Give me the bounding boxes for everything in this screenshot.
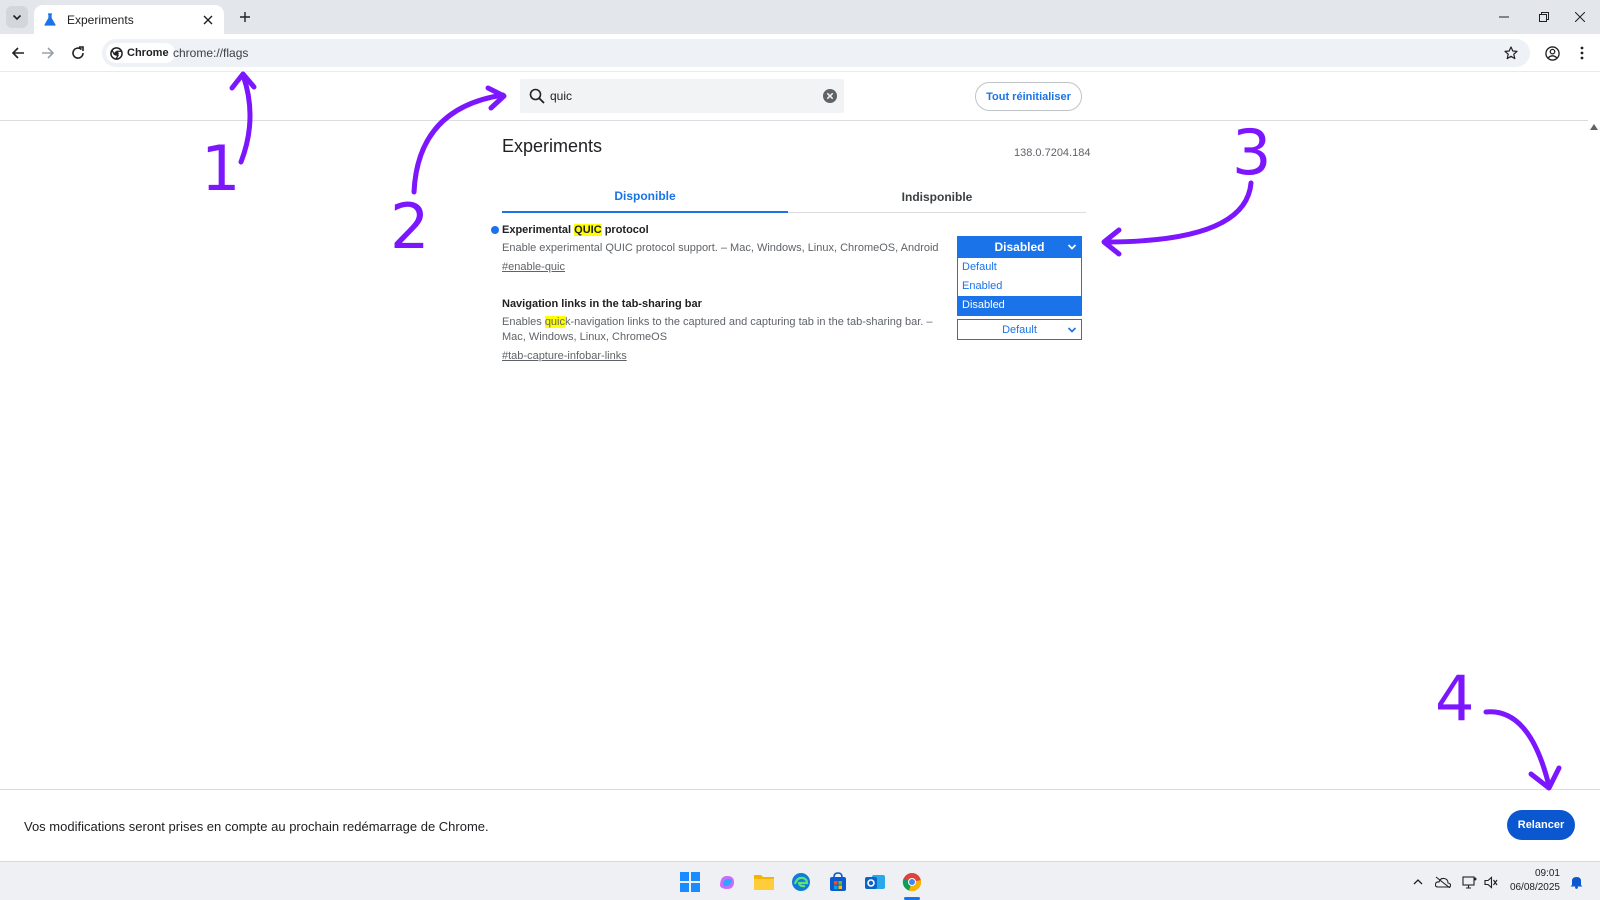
relaunch-button[interactable]: Relancer xyxy=(1507,810,1575,840)
search-icon xyxy=(529,88,545,104)
windows-taskbar: 09:01 06/08/2025 xyxy=(0,861,1600,900)
search-highlight: quic xyxy=(544,316,565,328)
minimize-icon xyxy=(1499,16,1509,18)
flag-tab-capture-infobar-links: Navigation links in the tab-sharing bar … xyxy=(502,298,942,362)
clock-time: 09:01 xyxy=(1534,868,1560,879)
annotation-number-4: 4 xyxy=(1435,662,1475,735)
flag-description: Enable experimental QUIC protocol suppor… xyxy=(502,242,939,254)
more-vert-icon xyxy=(1580,46,1584,60)
option-disabled[interactable]: Disabled xyxy=(958,296,1081,315)
outlook-icon[interactable] xyxy=(863,870,887,894)
flags-header: Tout réinitialiser xyxy=(0,73,1588,121)
scroll-up-arrow[interactable] xyxy=(1588,122,1600,132)
notification-bell-icon[interactable] xyxy=(1567,873,1585,891)
reset-all-button[interactable]: Tout réinitialiser xyxy=(975,82,1082,111)
annotation-arrow-4 xyxy=(1483,709,1552,789)
tab-available[interactable]: Disponible xyxy=(502,180,788,213)
tab-unavailable[interactable]: Indisponible xyxy=(794,180,1080,213)
plus-icon xyxy=(240,12,250,22)
star-icon xyxy=(1504,46,1518,60)
chevron-down-icon xyxy=(1067,327,1077,333)
chrome-icon xyxy=(110,46,123,60)
flags-search-box xyxy=(520,79,844,113)
relaunch-bar: Vos modifications seront prises en compt… xyxy=(0,789,1600,861)
flag-description: Enables quick-navigation links to the ca… xyxy=(502,315,942,345)
onedrive-icon[interactable] xyxy=(1434,873,1452,891)
arrow-left-icon xyxy=(11,47,24,59)
bookmark-button[interactable] xyxy=(1500,42,1522,64)
annotation-number-3: 3 xyxy=(1232,116,1272,189)
flag-permalink[interactable]: #tab-capture-infobar-links xyxy=(502,350,627,362)
flask-icon xyxy=(42,12,58,28)
browser-toolbar: Chrome chrome://flags xyxy=(0,34,1600,72)
taskbar-clock[interactable]: 09:01 06/08/2025 xyxy=(1500,867,1560,895)
windows-start-icon[interactable] xyxy=(678,870,702,894)
annotation-arrow-3 xyxy=(1102,180,1254,245)
close-icon xyxy=(1575,12,1585,22)
close-window-button[interactable] xyxy=(1557,4,1600,30)
flags-search-input[interactable] xyxy=(550,86,800,106)
option-enabled[interactable]: Enabled xyxy=(958,277,1081,296)
edge-icon[interactable] xyxy=(789,870,813,894)
relaunch-message: Vos modifications seront prises en compt… xyxy=(24,819,489,834)
flag-permalink[interactable]: #enable-quic xyxy=(502,261,565,273)
modified-flag-dot xyxy=(491,226,499,234)
tab-strip: Experiments xyxy=(0,0,1600,34)
annotation-number-2: 2 xyxy=(390,190,430,263)
annotation-overlay xyxy=(229,71,1562,791)
copilot-icon[interactable] xyxy=(715,870,739,894)
tab-search-button[interactable] xyxy=(6,6,28,28)
select-value: Default xyxy=(1002,323,1037,336)
back-button[interactable] xyxy=(7,42,29,64)
search-highlight: QUIC xyxy=(574,224,602,236)
flag-state-select-open[interactable]: Disabled xyxy=(957,236,1082,258)
file-explorer-icon[interactable] xyxy=(752,870,776,894)
chevron-down-icon xyxy=(1067,244,1077,250)
flag-desc-part: Enables xyxy=(502,316,545,328)
clock-date: 06/08/2025 xyxy=(1509,882,1560,893)
triangle-up-icon xyxy=(1590,124,1598,130)
flag-desc-part: k-navigation links to the captured and c… xyxy=(502,316,933,343)
new-tab-button[interactable] xyxy=(234,6,256,28)
store-icon[interactable] xyxy=(826,870,850,894)
profile-icon xyxy=(1544,45,1560,61)
forward-button[interactable] xyxy=(37,42,59,64)
menu-button[interactable] xyxy=(1571,42,1593,64)
annotation-number-1: 1 xyxy=(201,132,241,205)
clear-search-icon[interactable] xyxy=(822,88,838,104)
flag-state-select[interactable]: Default xyxy=(957,319,1082,340)
flag-title: Experimental QUIC protocol xyxy=(502,224,942,236)
address-bar[interactable]: Chrome chrome://flags xyxy=(102,39,1530,67)
close-tab-icon[interactable] xyxy=(200,12,216,28)
flags-tabs: Disponible Indisponible xyxy=(502,180,1086,213)
flag-title-part: Experimental xyxy=(502,224,575,236)
annotation-arrowhead-3 xyxy=(1101,227,1122,257)
select-value: Disabled xyxy=(994,240,1045,254)
flag-title-part: protocol xyxy=(601,224,649,236)
chrome-taskbar-icon[interactable] xyxy=(900,870,924,894)
chevron-down-icon xyxy=(12,14,22,21)
chevron-up-icon[interactable] xyxy=(1409,873,1427,891)
network-icon[interactable] xyxy=(1460,873,1478,891)
tab-experiments[interactable]: Experiments xyxy=(34,5,224,34)
volume-icon[interactable] xyxy=(1482,873,1500,891)
origin-chip-label: Chrome xyxy=(127,47,169,59)
tab-title: Experiments xyxy=(67,12,134,27)
origin-chip[interactable]: Chrome xyxy=(106,43,175,63)
arrow-right-icon xyxy=(42,47,55,59)
reload-icon xyxy=(72,46,84,59)
option-default[interactable]: Default xyxy=(958,258,1081,277)
restore-icon xyxy=(1539,12,1549,22)
profile-button[interactable] xyxy=(1541,42,1563,64)
reload-button[interactable] xyxy=(67,42,89,64)
chrome-version: 138.0.7204.184 xyxy=(1014,147,1091,159)
flag-enable-quic: Experimental QUIC protocol Enable experi… xyxy=(502,224,942,273)
annotation-arrowhead-4 xyxy=(1528,765,1562,791)
url-text[interactable]: chrome://flags xyxy=(173,46,248,60)
flag-title: Navigation links in the tab-sharing bar xyxy=(502,298,702,310)
page-title: Experiments xyxy=(502,136,603,156)
flag-state-dropdown: Default Enabled Disabled xyxy=(957,258,1082,316)
